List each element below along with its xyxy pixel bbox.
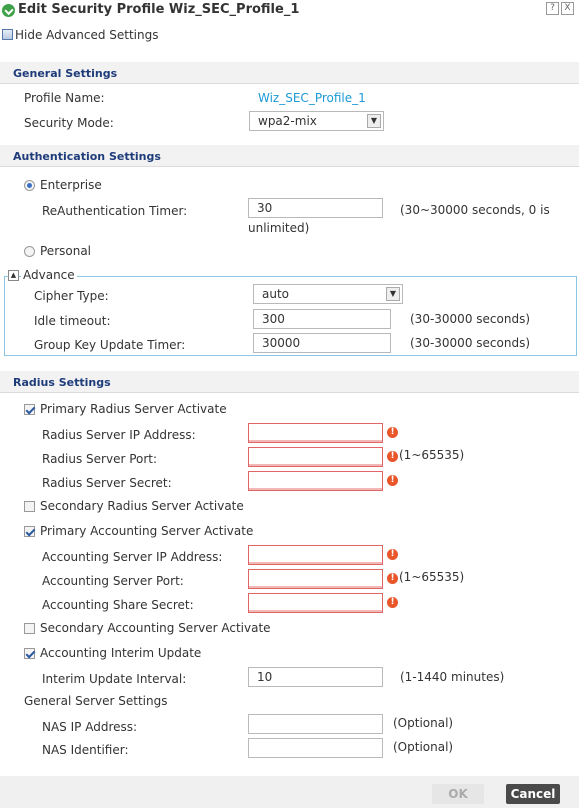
- primary-radius-label: Primary Radius Server Activate: [40, 402, 227, 416]
- radius-port-input[interactable]: [248, 447, 383, 467]
- group-key-timer-label: Group Key Update Timer:: [34, 338, 186, 352]
- error-icon: !: [387, 427, 398, 438]
- secondary-radius-checkbox[interactable]: [24, 501, 35, 512]
- idle-timeout-hint: (30-30000 seconds): [410, 312, 530, 326]
- radius-ip-input[interactable]: [248, 423, 383, 443]
- profile-name-label: Profile Name:: [24, 91, 105, 105]
- error-icon: !: [387, 451, 398, 462]
- radius-secret-input[interactable]: [248, 471, 383, 491]
- accounting-ip-input[interactable]: [248, 545, 383, 565]
- accounting-port-input[interactable]: [248, 569, 383, 589]
- secondary-radius-label: Secondary Radius Server Activate: [40, 499, 244, 513]
- reauth-timer-hint: (30~30000 seconds, 0 is: [400, 203, 550, 217]
- cipher-type-select[interactable]: auto ▼: [253, 284, 403, 304]
- close-icon[interactable]: X: [561, 2, 574, 15]
- interim-update-checkbox[interactable]: [24, 648, 35, 659]
- radius-ip-label: Radius Server IP Address:: [42, 428, 196, 442]
- general-settings-header: General Settings: [0, 62, 579, 84]
- advance-legend: Advance: [21, 268, 77, 282]
- ok-button[interactable]: OK: [432, 784, 484, 804]
- security-mode-label: Security Mode:: [24, 116, 114, 130]
- primary-accounting-checkbox[interactable]: [24, 526, 35, 537]
- error-icon: !: [387, 475, 398, 486]
- chevron-down-icon: ▼: [386, 287, 400, 301]
- collapse-toggle-icon[interactable]: ▲: [8, 270, 19, 281]
- primary-accounting-label: Primary Accounting Server Activate: [40, 524, 254, 538]
- radius-secret-label: Radius Server Secret:: [42, 476, 172, 490]
- personal-radio[interactable]: [24, 246, 35, 257]
- nas-ip-hint: (Optional): [393, 716, 454, 730]
- general-settings-heading: General Settings: [13, 67, 118, 80]
- accounting-port-label: Accounting Server Port:: [42, 574, 184, 588]
- accounting-ip-label: Accounting Server IP Address:: [42, 550, 223, 564]
- cipher-type-value: auto: [262, 287, 290, 301]
- group-key-timer-hint: (30-30000 seconds): [410, 336, 530, 350]
- edit-check-icon: [2, 4, 15, 17]
- cipher-type-label: Cipher Type:: [34, 289, 109, 303]
- interim-interval-input[interactable]: 10: [248, 667, 383, 687]
- enterprise-radio[interactable]: [24, 180, 35, 191]
- interim-interval-hint: (1-1440 minutes): [400, 670, 505, 684]
- reauth-timer-hint-2: unlimited): [248, 221, 310, 235]
- group-key-timer-input[interactable]: 30000: [253, 333, 391, 353]
- accounting-port-hint: (1~65535): [399, 570, 465, 584]
- cancel-button[interactable]: Cancel: [506, 784, 560, 804]
- radius-settings-heading: Radius Settings: [13, 376, 111, 389]
- security-mode-select[interactable]: wpa2-mix ▼: [249, 111, 384, 131]
- secondary-accounting-label: Secondary Accounting Server Activate: [40, 621, 271, 635]
- idle-timeout-input[interactable]: 300: [253, 309, 391, 329]
- accounting-secret-input[interactable]: [248, 593, 383, 613]
- radius-settings-header: Radius Settings: [0, 371, 579, 393]
- secondary-accounting-checkbox[interactable]: [24, 623, 35, 634]
- chevron-down-icon: ▼: [367, 114, 381, 128]
- nas-ip-label: NAS IP Address:: [42, 720, 138, 734]
- nas-identifier-label: NAS Identifier:: [42, 743, 129, 757]
- reauth-timer-input[interactable]: 30: [248, 198, 383, 218]
- security-mode-value: wpa2-mix: [258, 114, 317, 128]
- reauth-timer-label: ReAuthentication Timer:: [42, 204, 188, 218]
- general-server-label: General Server Settings: [24, 694, 168, 708]
- enterprise-label: Enterprise: [40, 178, 102, 192]
- hide-advanced-label: Hide Advanced Settings: [15, 28, 159, 42]
- accounting-secret-label: Accounting Share Secret:: [42, 598, 194, 612]
- auth-settings-heading: Authentication Settings: [13, 150, 161, 163]
- window-title: Edit Security Profile Wiz_SEC_Profile_1: [18, 2, 300, 17]
- error-icon: !: [387, 597, 398, 608]
- radius-port-hint: (1~65535): [399, 448, 465, 462]
- nas-identifier-input[interactable]: [248, 738, 383, 758]
- interim-interval-label: Interim Update Interval:: [42, 672, 187, 686]
- auth-settings-header: Authentication Settings: [0, 145, 579, 167]
- interim-update-label: Accounting Interim Update: [40, 646, 202, 660]
- settings-list-icon: [2, 29, 13, 40]
- error-icon: !: [387, 549, 398, 560]
- profile-name-value: Wiz_SEC_Profile_1: [258, 91, 366, 105]
- nas-ip-input[interactable]: [248, 714, 383, 734]
- primary-radius-checkbox[interactable]: [24, 404, 35, 415]
- hide-advanced-button[interactable]: Hide Advanced Settings: [2, 28, 158, 42]
- personal-label: Personal: [40, 244, 92, 258]
- nas-identifier-hint: (Optional): [393, 740, 454, 754]
- dialog-footer: [0, 776, 579, 808]
- error-icon: !: [387, 573, 398, 584]
- help-icon[interactable]: ?: [546, 2, 559, 15]
- idle-timeout-label: Idle timeout:: [34, 314, 111, 328]
- radius-port-label: Radius Server Port:: [42, 452, 158, 466]
